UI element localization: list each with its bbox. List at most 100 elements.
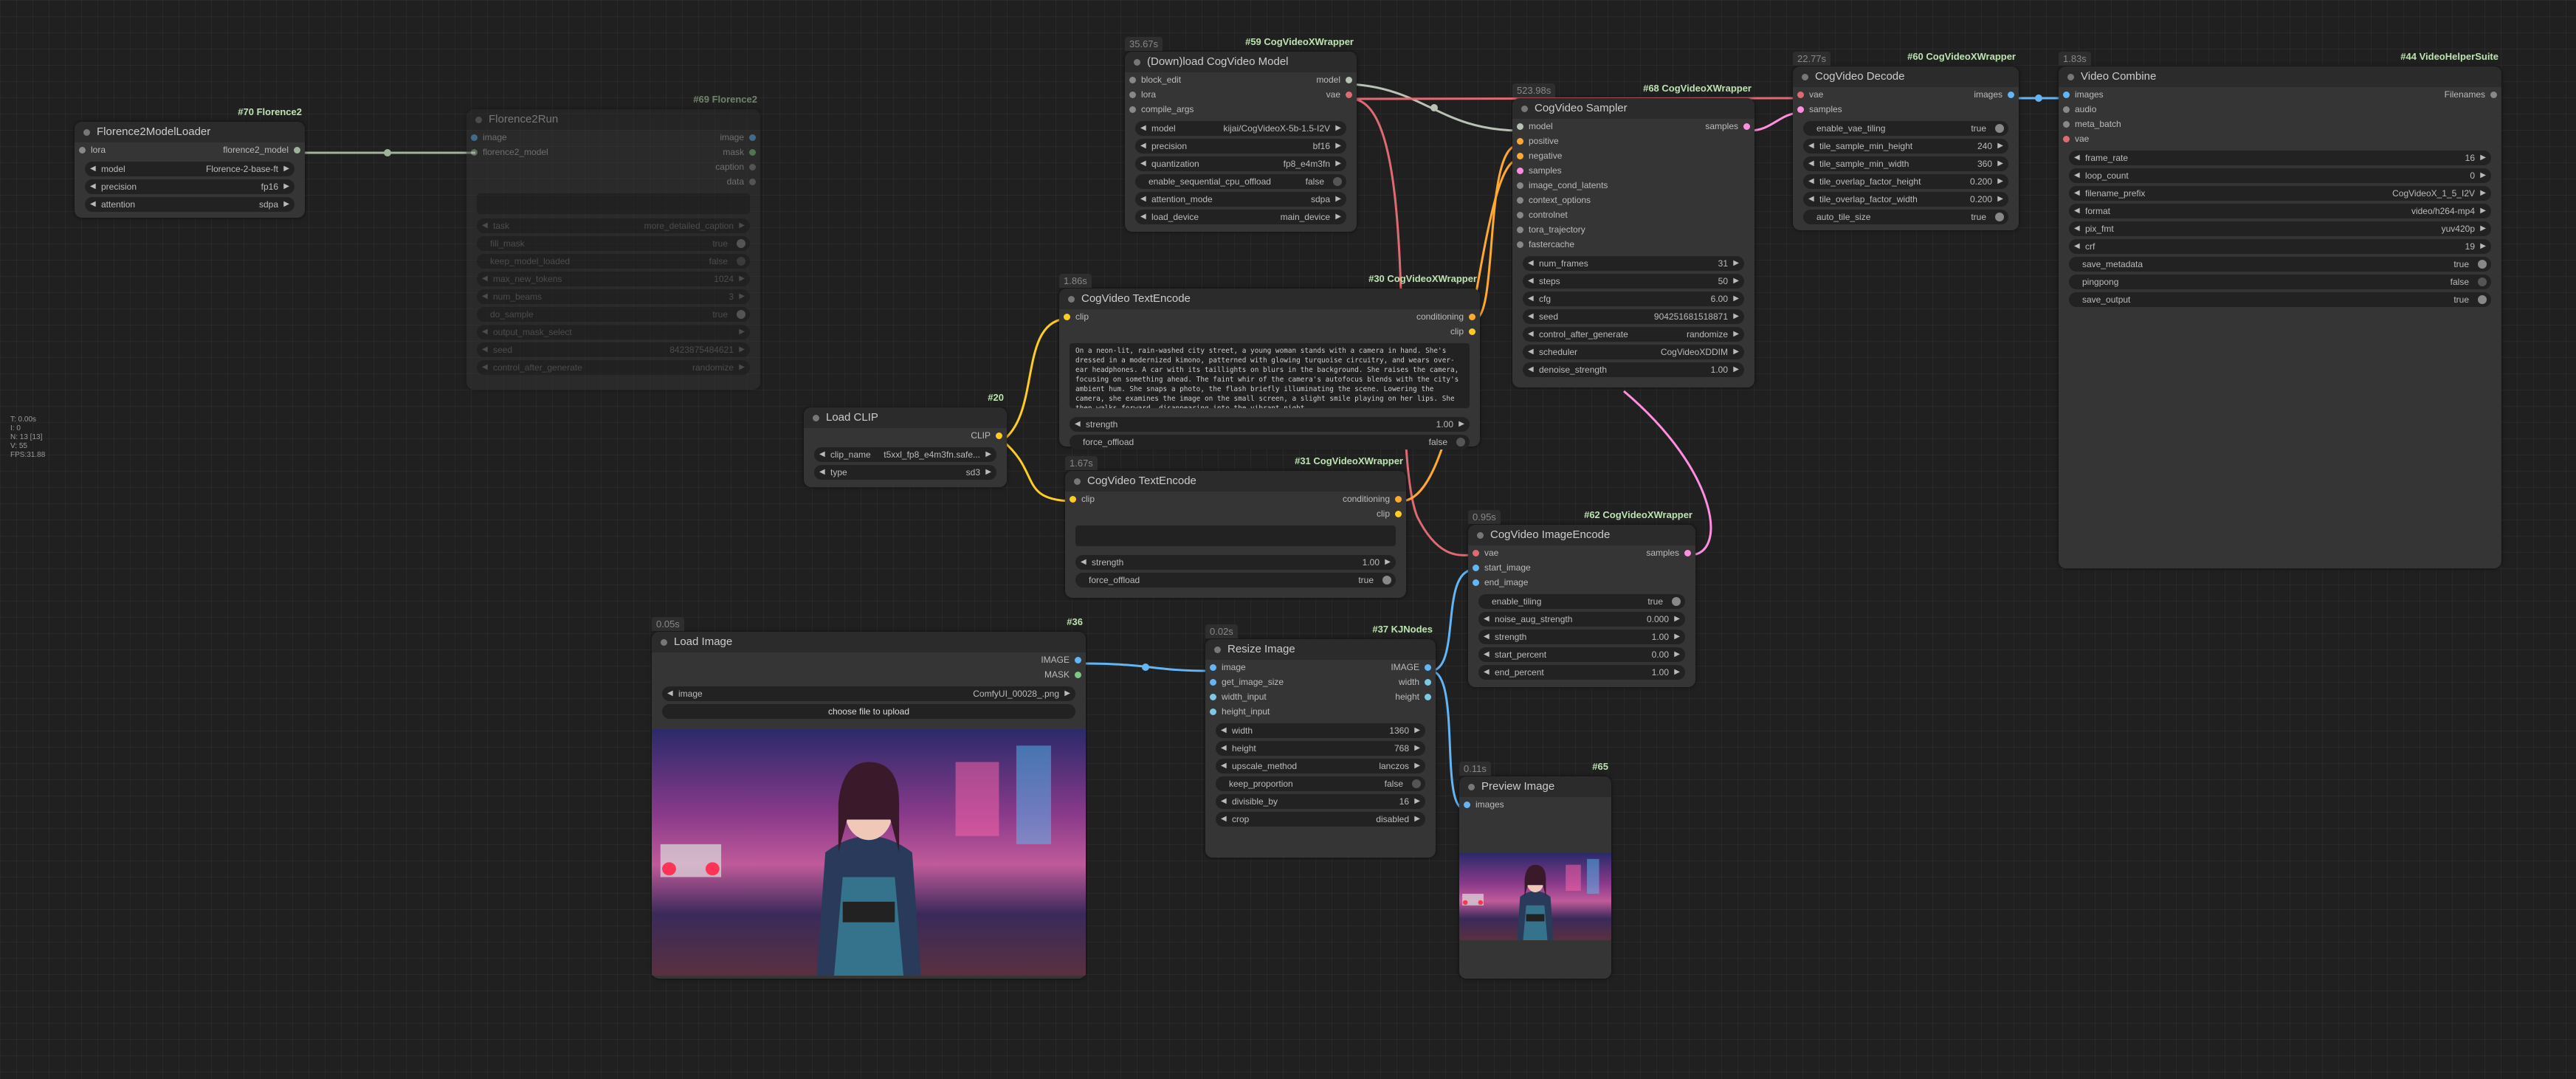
arrow-right-icon[interactable]: ▶ [1733, 274, 1739, 289]
node-title[interactable]: Preview Image [1459, 776, 1611, 797]
socket-dot-icon[interactable] [471, 134, 478, 141]
input-socket[interactable]: model [1512, 119, 1633, 134]
socket-dot-icon[interactable] [1425, 664, 1431, 671]
widget-save-metadata[interactable]: save_metadata true [2069, 257, 2491, 272]
collapse-dot-icon[interactable] [1068, 296, 1075, 303]
collapse-dot-icon[interactable] [1074, 478, 1081, 485]
output-socket[interactable]: images [1906, 87, 2019, 102]
node-cogvideo-decode[interactable]: CogVideo Decode #60 CogVideoXWrapper 22.77… [1793, 51, 2019, 230]
socket-dot-icon[interactable] [1473, 579, 1479, 586]
widget-start-percent[interactable]: ◀ start_percent 0.00 ▶ [1478, 647, 1685, 662]
arrow-right-icon[interactable]: ▶ [1064, 686, 1070, 701]
socket-dot-icon[interactable] [1797, 92, 1804, 98]
node-florence-loader[interactable]: Florence2ModelLoader #70 Florence2 lora flo… [75, 106, 305, 218]
socket-dot-icon[interactable] [1129, 77, 1136, 83]
toggle-knob[interactable] [737, 310, 745, 319]
arrow-right-icon[interactable]: ▶ [1733, 309, 1739, 324]
arrow-left-icon[interactable]: ◀ [482, 272, 488, 286]
widget-steps[interactable]: ◀ steps 50 ▶ [1523, 274, 1744, 289]
widget-scheduler[interactable]: ◀ scheduler CogVideoXDDIM ▶ [1523, 345, 1744, 359]
widget-tile-sample-min-width[interactable]: ◀ tile_sample_min_width 360 ▶ [1803, 156, 2008, 171]
widget-keep-model-loaded[interactable]: keep_model_loaded false [477, 254, 750, 269]
arrow-right-icon[interactable]: ▶ [1414, 759, 1420, 773]
node-load-image[interactable]: Load Image #36 0.05s IMAGE MASK ◀ image ComfyUI… [652, 616, 1086, 979]
widget-pingpong[interactable]: pingpong false [2069, 275, 2491, 289]
node-image-encode[interactable]: CogVideo ImageEncode #62 CogVideoXWrapper… [1468, 509, 1695, 687]
socket-dot-icon[interactable] [2063, 106, 2070, 113]
input-socket[interactable]: image [1205, 660, 1320, 675]
input-socket[interactable]: meta_batch [2059, 117, 2280, 131]
arrow-right-icon[interactable]: ▶ [1674, 665, 1680, 680]
input-socket[interactable]: images [2059, 87, 2280, 102]
arrow-right-icon[interactable]: ▶ [2480, 221, 2486, 236]
output-socket[interactable]: caption [613, 159, 760, 174]
output-socket[interactable]: height [1320, 689, 1436, 704]
widget-control-after-generate[interactable]: ◀ control_after_generate randomize ▶ [477, 360, 750, 375]
arrow-left-icon[interactable]: ◀ [482, 325, 488, 339]
socket-dot-icon[interactable] [1517, 227, 1523, 233]
arrow-left-icon[interactable]: ◀ [1528, 292, 1534, 306]
socket-dot-icon[interactable] [1210, 664, 1216, 671]
socket-dot-icon[interactable] [1425, 694, 1431, 700]
widget-filename-prefix[interactable]: ◀ filename_prefix CogVideoX_1_5_I2V ▶ [2069, 186, 2491, 201]
widget-loop-count[interactable]: ◀ loop_count 0 ▶ [2069, 168, 2491, 183]
widget-seed[interactable]: ◀ seed 904251681518871 ▶ [1523, 309, 1744, 324]
socket-dot-icon[interactable] [1517, 197, 1523, 204]
arrow-left-icon[interactable]: ◀ [1808, 139, 1814, 154]
arrow-left-icon[interactable]: ◀ [482, 342, 488, 357]
arrow-right-icon[interactable]: ▶ [1674, 612, 1680, 627]
arrow-left-icon[interactable]: ◀ [1528, 362, 1534, 377]
toggle-knob[interactable] [2478, 295, 2487, 304]
socket-dot-icon[interactable] [294, 147, 300, 154]
socket-dot-icon[interactable] [2063, 136, 2070, 142]
widget-num-frames[interactable]: ◀ num_frames 31 ▶ [1523, 256, 1744, 271]
widget-model[interactable]: ◀ model kijai/CogVideoX-5b-1.5-I2V ▶ [1135, 121, 1346, 136]
arrow-left-icon[interactable]: ◀ [482, 218, 488, 233]
node-textencode-30[interactable]: CogVideo TextEncode #30 CogVideoXWrapper 1… [1059, 273, 1480, 449]
toggle-knob[interactable] [737, 239, 745, 248]
input-socket[interactable]: positive [1512, 134, 1633, 148]
socket-dot-icon[interactable] [1464, 802, 1470, 808]
arrow-right-icon[interactable]: ▶ [739, 325, 745, 339]
socket-dot-icon[interactable] [1517, 123, 1523, 130]
collapse-dot-icon[interactable] [813, 415, 819, 421]
arrow-left-icon[interactable]: ◀ [482, 289, 488, 304]
widget-quantization[interactable]: ◀ quantization fp8_e4m3fn ▶ [1135, 156, 1346, 171]
arrow-left-icon[interactable]: ◀ [1484, 630, 1490, 644]
arrow-right-icon[interactable]: ▶ [2480, 239, 2486, 254]
collapse-dot-icon[interactable] [1134, 59, 1140, 66]
socket-dot-icon[interactable] [996, 432, 1002, 439]
node-title[interactable]: CogVideo ImageEncode [1468, 525, 1695, 545]
node-title[interactable]: Load Image [652, 632, 1086, 652]
socket-dot-icon[interactable] [749, 134, 756, 141]
toggle-knob[interactable] [737, 257, 745, 266]
arrow-right-icon[interactable]: ▶ [739, 360, 745, 375]
widget-save-output[interactable]: save_output true [2069, 292, 2491, 307]
arrow-left-icon[interactable]: ◀ [1484, 612, 1490, 627]
text-input[interactable] [477, 193, 750, 214]
socket-dot-icon[interactable] [1070, 496, 1076, 503]
collapse-dot-icon[interactable] [475, 117, 482, 123]
node-load-clip[interactable]: Load CLIP #20 CLIP ◀ clip_name t5xxl_fp8_e4m3… [804, 392, 1007, 487]
socket-dot-icon[interactable] [1469, 328, 1475, 335]
widget-do-sample[interactable]: do_sample true [477, 307, 750, 322]
widget-seed[interactable]: ◀ seed 842387548462​1 ▶ [477, 342, 750, 357]
arrow-left-icon[interactable]: ◀ [1221, 812, 1227, 827]
widget-task[interactable]: ◀ task more_detailed_caption ▶ [477, 218, 750, 233]
arrow-right-icon[interactable]: ▶ [1414, 741, 1420, 756]
widget-force-offload[interactable]: force_offload false [1070, 435, 1470, 449]
arrow-left-icon[interactable]: ◀ [2074, 168, 2080, 183]
output-socket[interactable]: clip [1236, 506, 1406, 521]
node-textencode-31[interactable]: CogVideo TextEncode #31 CogVideoXWrapper 1… [1065, 455, 1406, 598]
arrow-left-icon[interactable]: ◀ [2074, 151, 2080, 165]
socket-dot-icon[interactable] [1346, 77, 1352, 83]
output-socket[interactable]: IMAGE [869, 652, 1086, 667]
output-socket[interactable]: vae [1241, 87, 1357, 102]
socket-dot-icon[interactable] [1064, 314, 1070, 320]
socket-dot-icon[interactable] [1797, 106, 1804, 113]
socket-dot-icon[interactable] [1075, 672, 1081, 678]
arrow-left-icon[interactable]: ◀ [1221, 741, 1227, 756]
collapse-dot-icon[interactable] [1477, 532, 1484, 539]
arrow-right-icon[interactable]: ▶ [985, 465, 991, 480]
arrow-right-icon[interactable]: ▶ [739, 272, 745, 286]
